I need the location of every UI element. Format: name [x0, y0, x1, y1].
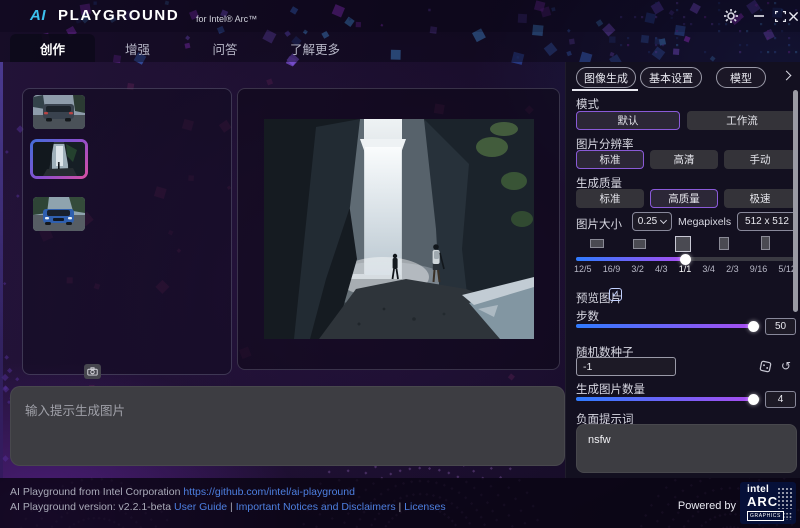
app-window: AI PLAYGROUND for Intel® Arc™ 创作 增强 问答 了… — [0, 0, 800, 528]
resolution-standard-button[interactable]: 标准 — [576, 150, 644, 169]
quality-fast-button[interactable]: 极速 — [724, 189, 796, 208]
image-size-label: 图片大小 — [576, 219, 622, 231]
thumbnail-image-canyon — [33, 142, 85, 176]
thumbnail-image-suv — [33, 95, 85, 129]
mode-label: 模式 — [576, 99, 599, 111]
count-label: 生成图片数量 — [576, 384, 645, 396]
tab-learn-more[interactable]: 了解更多 — [270, 34, 360, 62]
footer: AI Playground from Intel Corporation htt… — [0, 478, 800, 528]
thumbnail-canyon-selected[interactable] — [30, 139, 88, 179]
github-link[interactable]: https://github.com/intel/ai-playground — [183, 486, 355, 498]
settings-gear-icon[interactable] — [722, 7, 740, 25]
count-slider-thumb[interactable] — [748, 393, 759, 405]
negative-prompt-input[interactable]: nsfw — [577, 425, 796, 472]
quality-standard-button[interactable]: 标准 — [576, 189, 644, 208]
settings-panel: 图像生成 基本设置 模型 模式 默认 工作流 图片分辨率 标准 高清 手动 生成… — [565, 62, 800, 478]
ai-logo: AI — [30, 7, 46, 24]
app-subtitle: for Intel® Arc™ — [196, 14, 258, 24]
generated-image-canvas — [237, 88, 560, 370]
active-tab-underline — [572, 89, 638, 91]
ratio-preset-wide[interactable] — [590, 239, 604, 248]
check-icon: ✓ — [611, 289, 620, 300]
megapixels-unit: Megapixels — [678, 216, 732, 228]
preview-checkbox[interactable]: ✓ — [609, 288, 622, 301]
steps-slider-thumb[interactable] — [748, 320, 759, 332]
panel-tab-model[interactable]: 模型 — [716, 67, 766, 88]
footer-line2: AI Playground version: v2.2.1-beta User … — [10, 501, 446, 513]
count-value[interactable]: 4 — [765, 391, 796, 408]
megapixels-dropdown[interactable]: 0.25 — [632, 212, 672, 231]
ratio-slider-thumb[interactable] — [680, 253, 691, 265]
ratio-preset-square[interactable] — [675, 236, 691, 252]
dice-icon[interactable] — [757, 358, 773, 374]
quality-high-button[interactable]: 高质量 — [650, 189, 718, 208]
panel-scrollbar[interactable] — [793, 90, 798, 312]
count-slider-track[interactable] — [576, 397, 760, 401]
mode-default-button[interactable]: 默认 — [576, 111, 680, 130]
generated-image-waterfall-canyon[interactable] — [263, 119, 534, 339]
gallery-panel — [22, 88, 232, 375]
steps-label: 步数 — [576, 311, 599, 323]
arc-logo-dots — [777, 487, 792, 509]
main-nav: 创作 增强 问答 了解更多 — [0, 32, 800, 62]
minimize-icon[interactable] — [750, 7, 768, 25]
steps-value[interactable]: 50 — [765, 318, 796, 335]
tab-enhance[interactable]: 增强 — [95, 34, 180, 62]
seed-input[interactable] — [576, 357, 676, 376]
undo-icon[interactable]: ↺ — [778, 358, 794, 374]
ratio-preset-portrait[interactable] — [719, 237, 729, 250]
tab-create[interactable]: 创作 — [10, 34, 95, 62]
panel-expand-chevron-icon[interactable] — [781, 70, 792, 81]
prompt-input-container — [10, 386, 565, 466]
licenses-link[interactable]: Licenses — [404, 501, 445, 513]
panel-tab-basic-settings[interactable]: 基本设置 — [640, 67, 702, 88]
thumbnail-image-car — [33, 197, 85, 231]
mode-workflow-button[interactable]: 工作流 — [687, 111, 797, 130]
close-icon[interactable] — [787, 7, 800, 25]
ratio-labels: 12/5 16/9 3/2 4/3 1/1 3/4 2/3 9/16 5/12 — [574, 264, 796, 274]
powered-by-text: Powered by — [677, 500, 736, 512]
prompt-input[interactable] — [11, 387, 564, 465]
app-title: PLAYGROUND — [58, 7, 180, 24]
resolution-hd-button[interactable]: 高清 — [650, 150, 718, 169]
ratio-preset-tall[interactable] — [761, 236, 770, 250]
panel-tab-image-generation[interactable]: 图像生成 — [576, 67, 636, 88]
thumbnail-car-road[interactable] — [33, 197, 85, 231]
intel-arc-graphics-logo: intel ARC GRAPHICS — [740, 482, 796, 524]
steps-slider-track[interactable] — [576, 324, 760, 328]
footer-line1: AI Playground from Intel Corporation htt… — [10, 486, 355, 498]
thumbnail-suv-rear[interactable] — [33, 95, 85, 129]
ratio-preset-169[interactable] — [633, 239, 646, 249]
dimensions-value[interactable]: 512 x 512 — [737, 212, 797, 231]
left-edge-glow — [0, 62, 3, 478]
titlebar: AI PLAYGROUND for Intel® Arc™ — [0, 0, 800, 32]
negative-prompt-container: nsfw — [576, 424, 797, 473]
user-guide-link[interactable]: User Guide — [174, 501, 227, 513]
tab-answer[interactable]: 问答 — [180, 34, 270, 62]
resolution-manual-button[interactable]: 手动 — [724, 150, 796, 169]
camera-icon[interactable] — [84, 364, 101, 379]
arc-logo-dots-small — [782, 512, 792, 520]
chevron-down-icon — [660, 216, 668, 224]
notices-link[interactable]: Important Notices and Disclaimers — [236, 501, 396, 513]
